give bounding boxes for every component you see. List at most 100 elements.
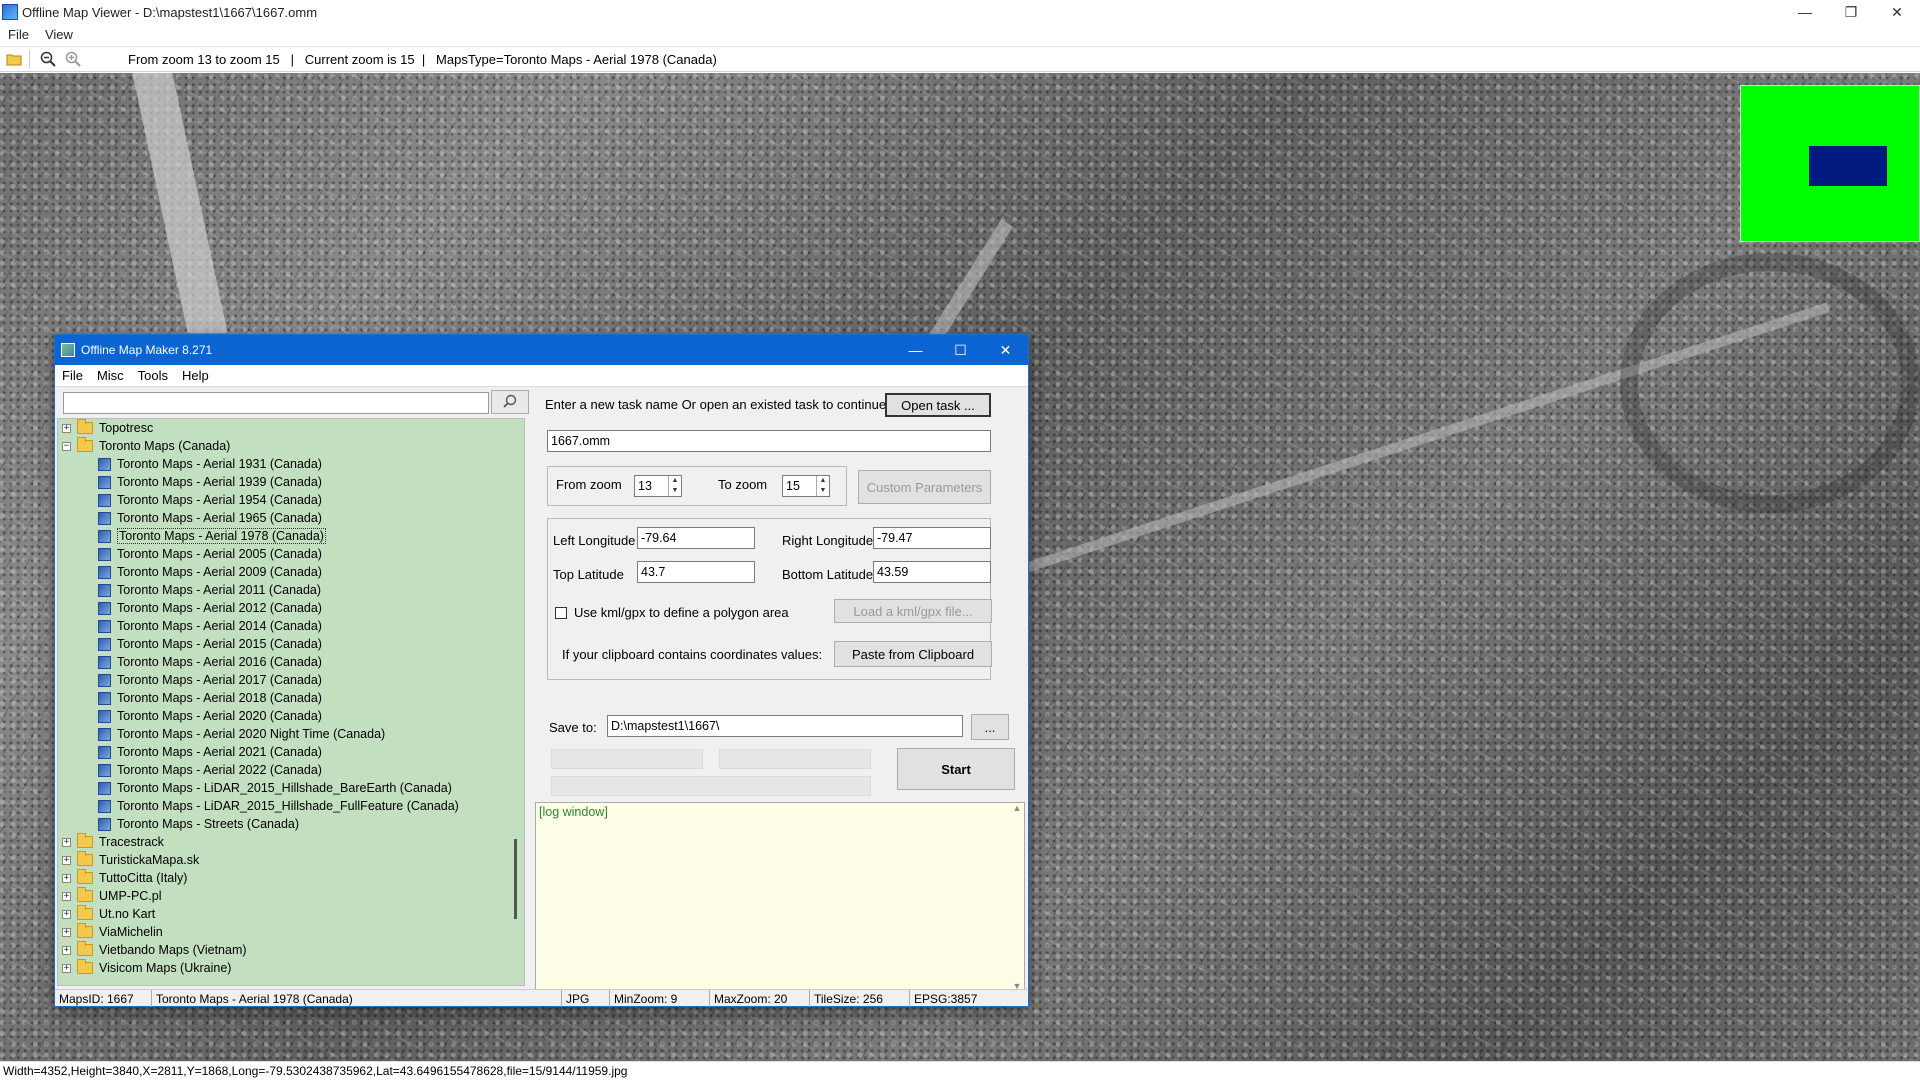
tree-map-item[interactable]: Toronto Maps - Aerial 2009 (Canada) <box>58 563 524 581</box>
expand-icon[interactable]: + <box>62 891 71 901</box>
expand-icon[interactable]: + <box>62 837 71 847</box>
zoom-out-icon[interactable] <box>37 48 59 70</box>
tree-map-item[interactable]: Toronto Maps - Aerial 2005 (Canada) <box>58 545 524 563</box>
spin-down-icon[interactable]: ▼ <box>669 486 681 496</box>
minimap-viewport[interactable] <box>1809 146 1887 186</box>
task-name-input[interactable]: 1667.omm <box>547 430 991 452</box>
map-layer-icon <box>98 565 111 579</box>
dialog-menu-misc[interactable]: Misc <box>90 368 131 383</box>
log-window[interactable]: [log window] ▲ ▼ <box>535 802 1025 992</box>
tree-map-item[interactable]: Toronto Maps - Aerial 2015 (Canada) <box>58 635 524 653</box>
dialog-menu-tools[interactable]: Tools <box>131 368 175 383</box>
tree-scrollbar[interactable] <box>512 419 520 985</box>
to-zoom-spinner[interactable]: 15 ▲ ▼ <box>782 475 830 497</box>
tree-folder-label: TuristickaMapa.sk <box>99 853 200 867</box>
progress-bar-3 <box>551 776 871 796</box>
tree-map-item[interactable]: Toronto Maps - Aerial 2017 (Canada) <box>58 671 524 689</box>
menu-view[interactable]: View <box>37 27 81 42</box>
scroll-up-icon[interactable]: ▲ <box>1013 803 1022 813</box>
top-latitude-input[interactable]: 43.7 <box>637 561 755 583</box>
tree-map-item[interactable]: Toronto Maps - Aerial 2020 Night Time (C… <box>58 725 524 743</box>
search-button[interactable] <box>491 390 529 414</box>
tree-map-item[interactable]: Toronto Maps - Aerial 2018 (Canada) <box>58 689 524 707</box>
expand-icon[interactable]: + <box>62 423 71 433</box>
status-max-zoom: MaxZoom: 20 <box>710 990 810 1007</box>
tree-folder[interactable]: + TuristickaMapa.sk <box>58 851 524 869</box>
close-button[interactable]: ✕ <box>1874 0 1920 24</box>
bottom-latitude-input[interactable]: 43.59 <box>873 561 991 583</box>
load-kml-button[interactable]: Load a kml/gpx file... <box>834 599 992 623</box>
zoom-status-text: From zoom 13 to zoom 15 | Current zoom i… <box>128 51 717 67</box>
tree-scroll-thumb[interactable] <box>514 839 517 919</box>
dialog-title-bar[interactable]: Offline Map Maker 8.271 — ☐ ✕ <box>55 335 1028 365</box>
custom-parameters-button[interactable]: Custom Parameters <box>858 470 991 504</box>
open-task-button[interactable]: Open task ... <box>885 393 991 417</box>
minimize-button[interactable]: — <box>1782 0 1828 24</box>
tree-map-item[interactable]: Toronto Maps - Aerial 1965 (Canada) <box>58 509 524 527</box>
tree-folder[interactable]: + Ut.no Kart <box>58 905 524 923</box>
tree-folder[interactable]: + Topotresc <box>58 419 524 437</box>
right-longitude-input[interactable]: -79.47 <box>873 527 991 549</box>
left-longitude-input[interactable]: -79.64 <box>637 527 755 549</box>
expand-icon[interactable]: + <box>62 945 71 955</box>
dialog-menu-help[interactable]: Help <box>175 368 216 383</box>
dialog-close-button[interactable]: ✕ <box>983 335 1028 365</box>
spin-up-icon[interactable]: ▲ <box>669 476 681 486</box>
tree-map-item[interactable]: Toronto Maps - Aerial 2020 (Canada) <box>58 707 524 725</box>
map-layer-icon <box>98 745 111 759</box>
tree-folder[interactable]: + TuttoCitta (Italy) <box>58 869 524 887</box>
from-zoom-spinner[interactable]: 13 ▲ ▼ <box>634 475 682 497</box>
tree-folder[interactable]: + ViaMichelin <box>58 923 524 941</box>
tree-map-label: Toronto Maps - Aerial 2020 Night Time (C… <box>117 727 386 741</box>
status-maps-id: MapsID: 1667 <box>55 990 152 1007</box>
tree-map-item[interactable]: Toronto Maps - Aerial 2012 (Canada) <box>58 599 524 617</box>
tree-map-item[interactable]: Toronto Maps - LiDAR_2015_Hillshade_Bare… <box>58 779 524 797</box>
open-folder-icon[interactable] <box>3 48 25 70</box>
spin-up-icon[interactable]: ▲ <box>817 476 829 486</box>
paste-clipboard-button[interactable]: Paste from Clipboard <box>834 641 992 667</box>
tree-folder[interactable]: + UMP-PC.pl <box>58 887 524 905</box>
maps-tree[interactable]: + Topotresc − Toronto Maps (Canada) Toronto … <box>57 418 525 986</box>
maps-search-input[interactable] <box>63 392 489 414</box>
expand-icon[interactable]: + <box>62 927 71 937</box>
tree-folder[interactable]: + Vietbando Maps (Vietnam) <box>58 941 524 959</box>
tree-map-item[interactable]: Toronto Maps - Aerial 2022 (Canada) <box>58 761 524 779</box>
tree-map-item[interactable]: Toronto Maps - Aerial 1939 (Canada) <box>58 473 524 491</box>
tree-map-item[interactable]: Toronto Maps - Aerial 1931 (Canada) <box>58 455 524 473</box>
tree-map-item[interactable]: Toronto Maps - Aerial 1978 (Canada) <box>58 527 524 545</box>
restore-button[interactable]: ❐ <box>1828 0 1874 24</box>
expand-icon[interactable]: + <box>62 909 71 919</box>
tree-map-label: Toronto Maps - Aerial 2015 (Canada) <box>117 637 322 651</box>
progress-bar-2 <box>719 749 871 769</box>
start-button[interactable]: Start <box>897 748 1015 790</box>
expand-icon[interactable]: + <box>62 873 71 883</box>
tree-map-label: Toronto Maps - Aerial 1978 (Canada) <box>117 528 326 544</box>
tree-map-item[interactable]: Toronto Maps - Aerial 2011 (Canada) <box>58 581 524 599</box>
tree-map-item[interactable]: Toronto Maps - Aerial 2016 (Canada) <box>58 653 524 671</box>
overview-minimap[interactable] <box>1740 85 1920 242</box>
zoom-in-icon[interactable] <box>62 48 84 70</box>
tree-map-item[interactable]: Toronto Maps - Aerial 2021 (Canada) <box>58 743 524 761</box>
tree-map-item[interactable]: Toronto Maps - Aerial 1954 (Canada) <box>58 491 524 509</box>
to-zoom-label: To zoom <box>718 477 768 492</box>
spin-down-icon[interactable]: ▼ <box>817 486 829 496</box>
collapse-icon[interactable]: − <box>62 441 71 451</box>
tree-folder[interactable]: − Toronto Maps (Canada) <box>58 437 524 455</box>
dialog-menu-file[interactable]: File <box>55 368 90 383</box>
kml-polygon-checkbox[interactable] <box>555 607 567 619</box>
dialog-minimize-button[interactable]: — <box>893 335 938 365</box>
dialog-maximize-button[interactable]: ☐ <box>938 335 983 365</box>
browse-button[interactable]: ... <box>971 714 1009 740</box>
from-zoom-label: From zoom <box>556 477 622 492</box>
tree-map-item[interactable]: Toronto Maps - LiDAR_2015_Hillshade_Full… <box>58 797 524 815</box>
save-path-input[interactable]: D:\mapstest1\1667\ <box>607 715 963 737</box>
menu-file[interactable]: File <box>0 27 37 42</box>
expand-icon[interactable]: + <box>62 855 71 865</box>
log-scrollbar[interactable]: ▲ ▼ <box>1010 803 1024 991</box>
map-layer-icon <box>98 511 111 525</box>
tree-folder[interactable]: + Tracestrack <box>58 833 524 851</box>
tree-map-item[interactable]: Toronto Maps - Streets (Canada) <box>58 815 524 833</box>
tree-folder[interactable]: + Visicom Maps (Ukraine) <box>58 959 524 977</box>
expand-icon[interactable]: + <box>62 963 71 973</box>
tree-map-item[interactable]: Toronto Maps - Aerial 2014 (Canada) <box>58 617 524 635</box>
